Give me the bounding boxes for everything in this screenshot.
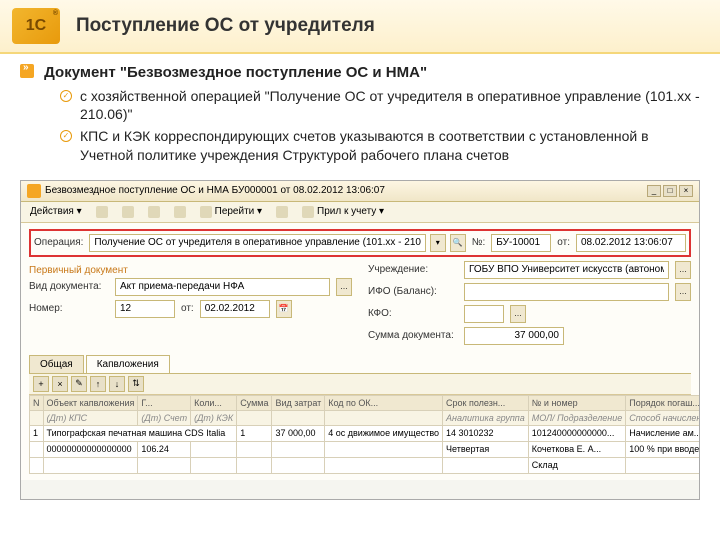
doc-type-label: Вид документа:	[29, 281, 109, 292]
minimize-button[interactable]: _	[647, 185, 661, 197]
src-from-label: от:	[181, 303, 194, 314]
org-input[interactable]	[464, 261, 669, 279]
tb-btn-1[interactable]	[93, 205, 111, 219]
page-title: Поступление ОС от учредителя	[76, 15, 375, 37]
ifo-label: ИФО (Баланс):	[368, 286, 458, 297]
check-icon	[60, 90, 72, 102]
grid-header-2: (Дт) КПС(Дт) Счет(Дт) КЭКАналитика групп…	[30, 410, 701, 425]
grid-toolbar: + × ✎ ↑ ↓ ⇅	[29, 374, 691, 395]
grid-add-button[interactable]: +	[33, 376, 49, 392]
bullet-icon	[20, 64, 34, 78]
check-icon	[60, 130, 72, 142]
tb-btn-3[interactable]	[145, 205, 163, 219]
sub-bullet-1-text: с хозяйственной операцией "Получение ОС …	[80, 87, 700, 123]
operation-input[interactable]	[89, 234, 425, 252]
sub-bullet-2: КПС и КЭК корреспондирующих счетов указы…	[60, 127, 700, 163]
tb-btn-2[interactable]	[119, 205, 137, 219]
main-toolbar: Действия ▾ Перейти ▾ Прил к учету ▾	[21, 202, 699, 223]
grid-del-button[interactable]: ×	[52, 376, 68, 392]
sub-bullet-1: с хозяйственной операцией "Получение ОС …	[60, 87, 700, 123]
actions-menu[interactable]: Действия ▾	[27, 205, 85, 218]
doc-type-picker-icon[interactable]: …	[336, 278, 352, 296]
go-menu[interactable]: Перейти ▾	[197, 205, 265, 219]
calendar-icon[interactable]: 📅	[276, 300, 292, 318]
org-picker-icon[interactable]: …	[675, 261, 691, 279]
app-window: Безвозмездное поступление ОС и НМА БУ000…	[20, 180, 700, 500]
kfo-input[interactable]	[464, 305, 504, 323]
src-date-input[interactable]	[200, 300, 270, 318]
grid-header-1: NОбъект капвложенияГ...Коли...СуммаВид з…	[30, 395, 701, 410]
print-menu[interactable]: Прил к учету ▾	[299, 205, 387, 219]
tb-btn-4[interactable]	[171, 205, 189, 219]
tab-attachments[interactable]: Капвложения	[86, 355, 170, 373]
page-header: 1С Поступление ОС от учредителя	[0, 0, 720, 54]
form-area: Операция: ▾ 🔍 №: от: Первичный документ …	[21, 223, 699, 480]
kfo-label: КФО:	[368, 308, 458, 319]
doc-date-input[interactable]	[576, 234, 686, 252]
window-titlebar: Безвозмездное поступление ОС и НМА БУ000…	[21, 181, 699, 202]
table-row: 1Типографская печатная машина CDS Italia…	[30, 425, 701, 441]
sum-label: Сумма документа:	[368, 330, 458, 341]
data-grid[interactable]: NОбъект капвложенияГ...Коли...СуммаВид з…	[29, 395, 700, 474]
grid-edit-button[interactable]: ✎	[71, 376, 87, 392]
window-title: Безвозмездное поступление ОС и НМА БУ000…	[45, 185, 385, 196]
grid-sort-button[interactable]: ⇅	[128, 376, 144, 392]
table-row: 00000000000000000106.24ЧетвертаяКочетков…	[30, 441, 701, 457]
num-label: №:	[472, 237, 486, 248]
grid-down-button[interactable]: ↓	[109, 376, 125, 392]
close-button[interactable]: ×	[679, 185, 693, 197]
operation-dropdown-icon[interactable]: ▾	[430, 234, 446, 252]
primary-doc-section: Первичный документ	[29, 265, 352, 276]
tabstrip: Общая Капвложения	[29, 355, 691, 374]
tb-btn-5[interactable]	[273, 205, 291, 219]
doc-heading: Документ "Безвозмездное поступление ОС и…	[20, 64, 700, 81]
ifo-picker-icon[interactable]: …	[675, 283, 691, 301]
src-num-label: Номер:	[29, 303, 109, 314]
doc-heading-text: Документ "Безвозмездное поступление ОС и…	[44, 64, 427, 81]
table-row: Склад	[30, 457, 701, 473]
sub-bullet-2-text: КПС и КЭК корреспондирующих счетов указы…	[80, 127, 700, 163]
src-num-input[interactable]	[115, 300, 175, 318]
maximize-button[interactable]: □	[663, 185, 677, 197]
date-label: от:	[557, 237, 570, 248]
tab-general[interactable]: Общая	[29, 355, 84, 373]
org-label: Учреждение:	[368, 264, 458, 275]
window-icon	[27, 184, 41, 198]
grid-up-button[interactable]: ↑	[90, 376, 106, 392]
doc-type-input[interactable]	[115, 278, 330, 296]
kfo-picker-icon[interactable]: …	[510, 305, 526, 323]
sum-input[interactable]	[464, 327, 564, 345]
operation-search-icon[interactable]: 🔍	[450, 234, 466, 252]
doc-number-input[interactable]	[491, 234, 551, 252]
logo-1c: 1С	[12, 8, 60, 44]
ifo-input[interactable]	[464, 283, 669, 301]
operation-label: Операция:	[34, 237, 83, 248]
operation-row: Операция: ▾ 🔍 №: от:	[29, 229, 691, 257]
slide-content: Документ "Безвозмездное поступление ОС и…	[0, 54, 720, 176]
